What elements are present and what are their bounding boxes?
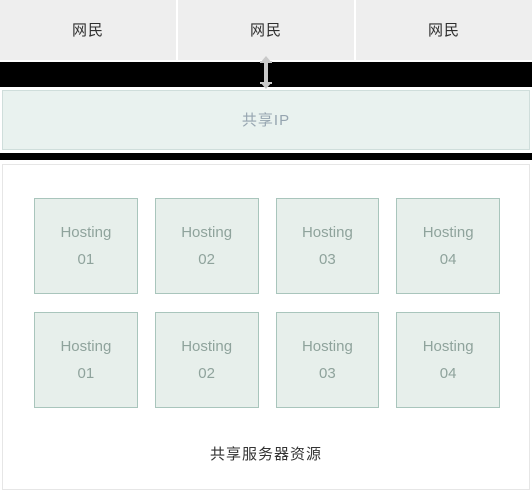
hosting-row: Hosting 01 Hosting 02 Hosting 03 Hosting… — [34, 198, 500, 294]
hosting-box: Hosting 02 — [154, 198, 259, 294]
netizen-cell-2: 网民 — [178, 0, 356, 60]
hosting-number: 01 — [77, 251, 95, 268]
hosting-box: Hosting 03 — [275, 312, 380, 408]
shared-ip-label: 共享IP — [241, 111, 291, 129]
hosting-box: Hosting 04 — [396, 312, 500, 408]
shared-ip-bar: 共享IP — [2, 90, 530, 150]
hosting-box: Hosting 03 — [275, 198, 380, 294]
netizen-row: 网民 网民 网民 — [0, 0, 532, 60]
hosting-name: Hosting — [60, 338, 112, 355]
netizen-label: 网民 — [249, 21, 282, 39]
netizen-cell-1: 网民 — [0, 0, 178, 60]
hosting-box: Hosting 02 — [154, 312, 259, 408]
hosting-number: 02 — [198, 251, 215, 268]
netizen-label: 网民 — [427, 21, 460, 39]
server-pool-caption: 共享服务器资源 — [209, 446, 322, 463]
hosting-grid: Hosting 01 Hosting 02 Hosting 03 Hosting… — [34, 198, 500, 426]
hosting-row: Hosting 01 Hosting 02 Hosting 03 Hosting… — [34, 312, 500, 408]
hosting-number: 01 — [77, 365, 95, 382]
hosting-number: 03 — [319, 251, 336, 268]
arrow-up-down-icon — [260, 56, 272, 89]
hosting-name: Hosting — [301, 224, 353, 241]
hosting-number: 04 — [439, 365, 457, 382]
connector-band-bottom — [0, 152, 532, 161]
hosting-name: Hosting — [181, 224, 233, 241]
hosting-name: Hosting — [60, 224, 112, 241]
hosting-box: Hosting 04 — [396, 198, 500, 294]
hosting-number: 04 — [439, 251, 457, 268]
hosting-name: Hosting — [181, 338, 233, 355]
hosting-box: Hosting 01 — [34, 312, 138, 408]
hosting-name: Hosting — [422, 338, 474, 355]
hosting-name: Hosting — [301, 338, 353, 355]
hosting-number: 02 — [198, 365, 215, 382]
netizen-cell-3: 网民 — [356, 0, 532, 60]
hosting-number: 03 — [319, 365, 336, 382]
hosting-box: Hosting 01 — [34, 198, 138, 294]
shared-hosting-diagram: 网民 网民 网民 共享IP Hosting 01 Hosting 02 Host… — [0, 0, 532, 500]
server-pool-card: Hosting 01 Hosting 02 Hosting 03 Hosting… — [2, 164, 530, 490]
netizen-label: 网民 — [71, 21, 104, 39]
hosting-name: Hosting — [422, 224, 474, 241]
